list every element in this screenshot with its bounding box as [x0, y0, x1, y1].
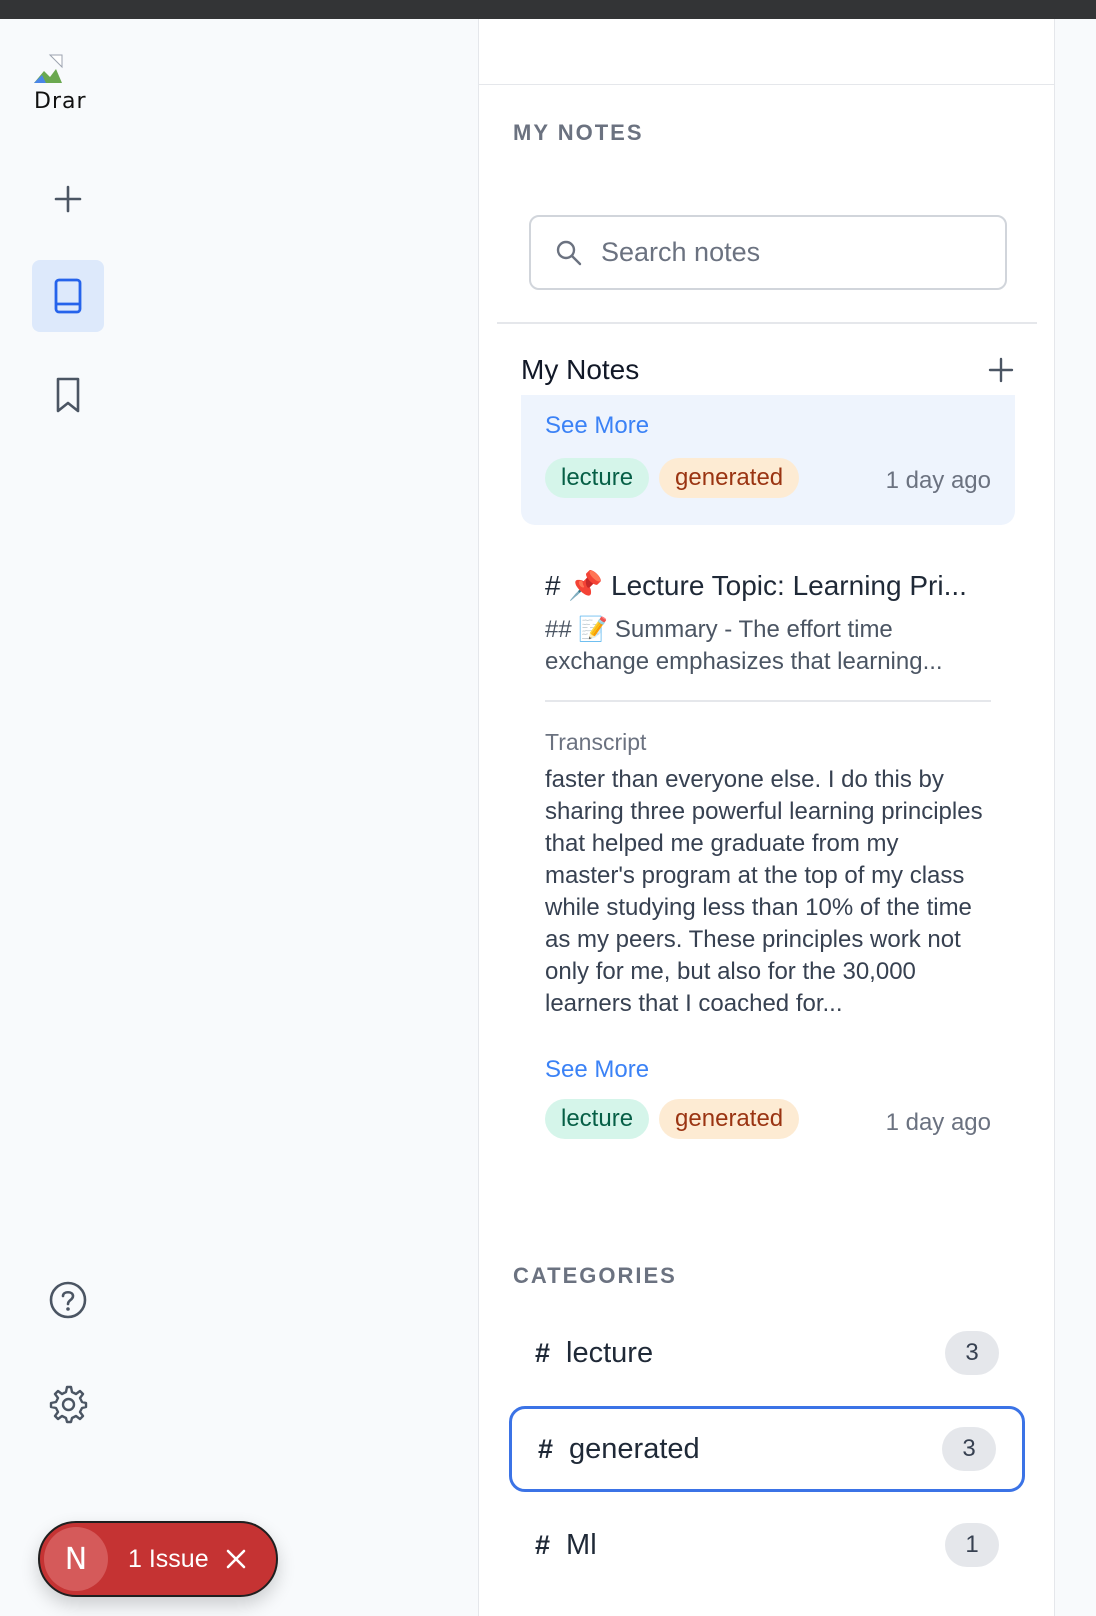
notes-nav-button[interactable]	[32, 260, 104, 332]
see-more-link[interactable]: See More	[545, 1056, 649, 1084]
note-timestamp: 1 day ago	[885, 467, 991, 494]
plus-icon	[988, 357, 1014, 383]
note-card[interactable]: See More lecture generated 1 day ago	[521, 395, 1015, 525]
search-input[interactable]	[601, 237, 981, 268]
category-count: 1	[945, 1523, 999, 1567]
book-icon	[54, 278, 82, 314]
plus-icon	[54, 185, 82, 213]
note-tags: lecture generated	[545, 1099, 800, 1139]
tag-lecture[interactable]: lecture	[545, 458, 650, 498]
broken-image-icon	[34, 54, 63, 83]
note-title: # 📌 Lecture Topic: Learning Pri...	[545, 570, 967, 601]
divider	[545, 700, 991, 702]
help-circle-icon	[49, 1281, 87, 1319]
gear-icon	[49, 1385, 88, 1424]
notes-list-header: My Notes	[521, 345, 1015, 395]
panel-header	[479, 19, 1054, 85]
hash-icon: #	[535, 1337, 551, 1368]
divider	[497, 322, 1037, 324]
issue-avatar: N	[44, 1527, 108, 1591]
bookmarks-nav-button[interactable]	[32, 359, 104, 431]
notes-panel: MY NOTES My Notes See More lecture gener…	[478, 19, 1055, 1616]
add-note-button[interactable]	[987, 356, 1015, 384]
bookmark-icon	[56, 377, 80, 413]
search-box[interactable]	[529, 215, 1007, 290]
settings-button[interactable]	[32, 1368, 104, 1440]
my-notes-section-title: MY NOTES	[513, 120, 644, 145]
help-button[interactable]	[32, 1264, 104, 1336]
category-name: Ml	[566, 1528, 597, 1561]
search-icon	[556, 240, 582, 265]
logo-alt-text: Drar	[34, 89, 87, 113]
issue-badge[interactable]: N 1 Issue	[38, 1521, 278, 1597]
transcript-label: Transcript	[545, 729, 647, 755]
icon-rail: Drar N 1 Issue	[0, 19, 478, 1616]
notes-list-title: My Notes	[521, 354, 640, 385]
category-count: 3	[945, 1331, 999, 1375]
category-item-ml[interactable]: # Ml 1	[509, 1502, 1025, 1588]
see-more-link[interactable]: See More	[545, 412, 649, 440]
note-card[interactable]: # 📌 Lecture Topic: Learning Pri... ## 📝 …	[521, 559, 1015, 1189]
note-tags: lecture generated	[545, 458, 800, 498]
app-logo[interactable]: Drar	[32, 53, 92, 113]
tag-generated[interactable]: generated	[659, 458, 800, 498]
category-name: generated	[569, 1432, 700, 1465]
new-note-button[interactable]	[32, 163, 104, 235]
category-item-generated[interactable]: # generated 3	[509, 1406, 1025, 1492]
window-top-bar	[0, 0, 1096, 19]
category-name: lecture	[566, 1336, 654, 1369]
tag-generated[interactable]: generated	[659, 1099, 800, 1139]
close-icon[interactable]	[225, 1548, 247, 1570]
categories-section-title: CATEGORIES	[513, 1263, 677, 1288]
hash-icon: #	[535, 1529, 551, 1560]
transcript-text: faster than everyone else. I do this by …	[545, 766, 983, 1017]
hash-icon: #	[538, 1433, 554, 1464]
category-count: 3	[942, 1427, 996, 1471]
note-summary: ## 📝 Summary - The effort time exchange …	[545, 616, 943, 675]
category-item-lecture[interactable]: # lecture 3	[509, 1310, 1025, 1396]
note-timestamp: 1 day ago	[885, 1109, 991, 1136]
issue-label: 1 Issue	[128, 1544, 209, 1573]
tag-lecture[interactable]: lecture	[545, 1099, 650, 1139]
